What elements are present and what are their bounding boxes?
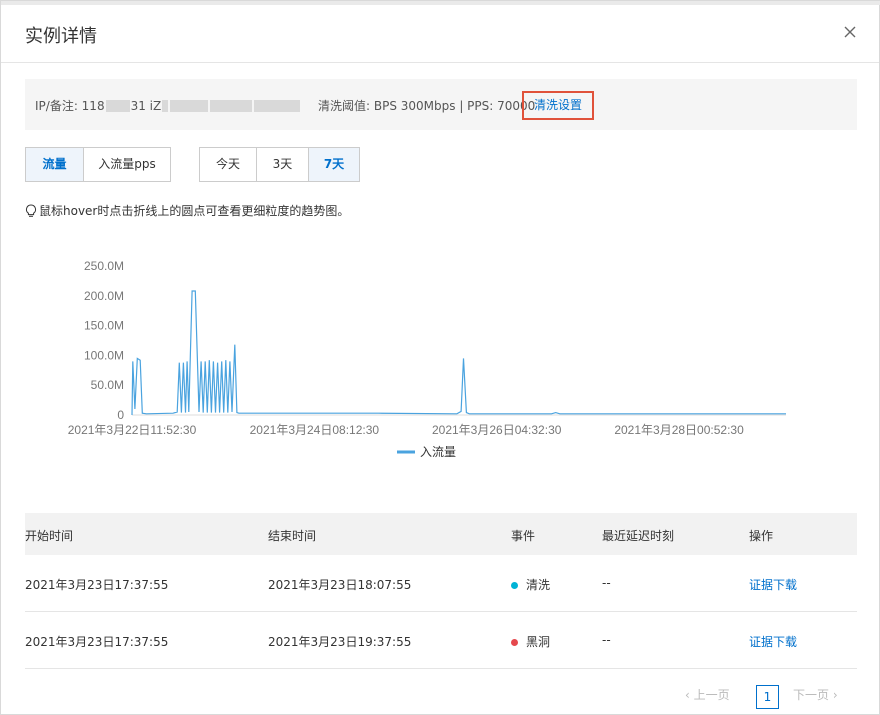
status-dot-icon	[511, 639, 518, 646]
redacted-mask	[105, 99, 130, 112]
y-tick-label: 200.0M	[84, 289, 124, 303]
tab-3-days[interactable]: 3天	[257, 148, 309, 181]
x-tick-label: 2021年3月22日11:52:30	[68, 423, 197, 437]
table-row: 2021年3月23日17:37:55 2021年3月23日19:37:55 黑洞…	[25, 612, 857, 669]
clean-threshold: 清洗阈值: BPS 300Mbps | PPS: 70000	[318, 99, 536, 113]
next-page-label: 下一页	[793, 688, 830, 702]
pagination-next[interactable]: 下一页 ›	[793, 686, 838, 703]
ip-remark: IP/备注: 118 31 iZ	[35, 97, 301, 114]
col-last-delay: 最近延迟时刻	[602, 529, 675, 543]
series-line-inbound-traffic	[131, 290, 786, 416]
col-action: 操作	[749, 529, 774, 543]
pagination-current-page[interactable]: 1	[756, 685, 779, 709]
row-event: 黑洞	[511, 633, 550, 650]
redacted-mask	[210, 99, 253, 112]
x-tick-label: 2021年3月28日00:52:30	[614, 423, 744, 437]
chart-hint-text: 鼠标hover时点击折线上的圆点可查看更细粒度的趋势图。	[39, 204, 350, 218]
row-event-label: 黑洞	[526, 635, 551, 649]
row-event-label: 清洗	[526, 578, 551, 592]
instance-detail-dialog: 实例详情 IP/备注: 118 31 iZ 清洗阈值: BPS 300Mbps …	[0, 0, 880, 715]
evidence-download-link[interactable]: 证据下载	[749, 576, 797, 593]
row-start-time: 2021年3月23日17:37:55	[25, 635, 169, 649]
y-tick-label: 100.0M	[84, 348, 124, 362]
redacted-mask	[162, 99, 169, 112]
dialog-title: 实例详情	[25, 26, 97, 47]
traffic-line-chart[interactable]: 0 50.0M 100.0M 150.0M 200.0M 250.0M 2021年3月22日…	[1, 231, 880, 471]
metric-tabs: 流量 入流量pps	[25, 147, 171, 182]
x-tick-label: 2021年3月24日08:12:30	[250, 423, 380, 437]
range-tabs: 今天 3天 7天	[199, 147, 360, 182]
col-end-time: 结束时间	[268, 529, 317, 543]
row-end-time: 2021年3月23日18:07:55	[268, 578, 412, 592]
tab-7-days[interactable]: 7天	[309, 148, 359, 181]
status-dot-icon	[511, 582, 518, 589]
tab-today[interactable]: 今天	[200, 148, 257, 181]
chart-hint: 鼠标hover时点击折线上的圆点可查看更细粒度的趋势图。	[25, 202, 349, 219]
row-event: 清洗	[511, 576, 550, 593]
y-tick-label: 150.0M	[84, 319, 124, 333]
lightbulb-icon	[25, 203, 37, 217]
row-end-time: 2021年3月23日19:37:55	[268, 635, 412, 649]
col-start-time: 开始时间	[25, 529, 74, 543]
table-row: 2021年3月23日17:37:55 2021年3月23日18:07:55 清洗…	[25, 555, 857, 612]
pagination-prev[interactable]: ‹ 上一页	[685, 686, 730, 703]
legend-label: 入流量	[420, 445, 456, 459]
row-last-delay: --	[602, 576, 611, 590]
y-tick-label: 250.0M	[84, 259, 124, 273]
row-start-time: 2021年3月23日17:37:55	[25, 578, 169, 592]
tab-inbound-pps[interactable]: 入流量pps	[84, 148, 170, 181]
tab-traffic[interactable]: 流量	[26, 148, 84, 181]
col-event: 事件	[511, 529, 536, 543]
ip-label: IP/备注: 118	[35, 99, 105, 113]
instance-info-bar: IP/备注: 118 31 iZ 清洗阈值: BPS 300Mbps | PPS…	[25, 79, 857, 130]
close-icon[interactable]	[843, 25, 857, 39]
y-tick-label: 0	[117, 408, 124, 422]
table-header: 开始时间 结束时间 事件 最近延迟时刻 操作	[25, 513, 857, 555]
x-tick-label: 2021年3月26日04:32:30	[432, 423, 562, 437]
prev-page-label: 上一页	[693, 688, 730, 702]
row-last-delay: --	[602, 633, 611, 647]
chevron-left-icon: ‹	[685, 688, 694, 702]
redacted-mask	[254, 99, 301, 112]
chevron-right-icon: ›	[829, 688, 838, 702]
dialog-header: 实例详情	[1, 5, 879, 63]
clean-settings-button[interactable]: 清洗设置	[522, 91, 594, 120]
evidence-download-link[interactable]: 证据下载	[749, 633, 797, 650]
events-table: 开始时间 结束时间 事件 最近延迟时刻 操作 2021年3月23日17:37:5…	[25, 513, 857, 669]
y-tick-label: 50.0M	[91, 378, 124, 392]
ip-remark-suffix: 31 iZ	[130, 98, 162, 113]
redacted-mask	[170, 99, 209, 112]
